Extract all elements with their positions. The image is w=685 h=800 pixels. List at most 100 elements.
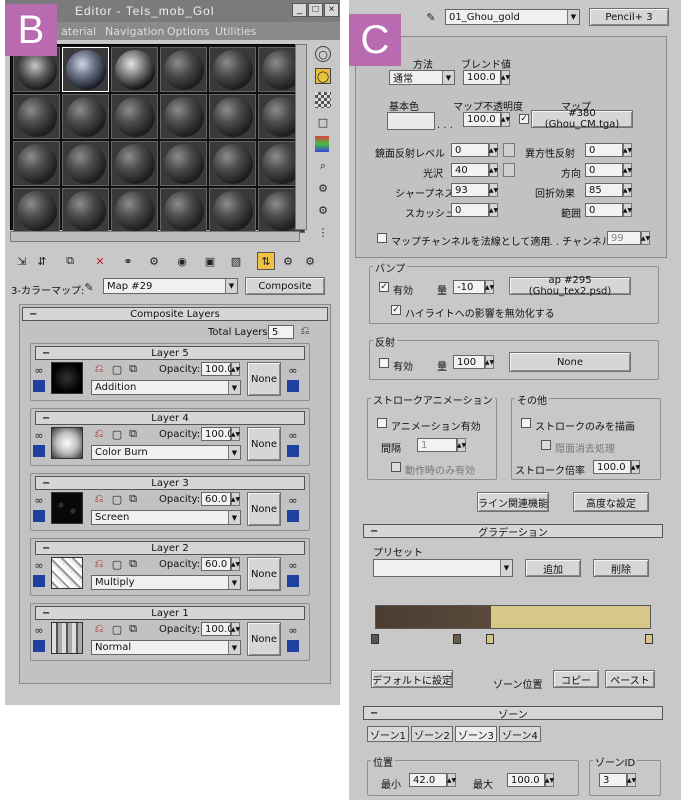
sample-slot[interactable]	[13, 141, 60, 186]
visibility-icon[interactable]: ∞	[33, 429, 45, 442]
copy-button[interactable]: コピー	[553, 670, 599, 688]
zone-id-field[interactable]: 3	[599, 773, 627, 787]
spec-level-spinner[interactable]: ▲▼	[489, 143, 498, 157]
preset-delete-button[interactable]: 削除	[593, 559, 649, 577]
sample-slot[interactable]	[62, 141, 109, 186]
reflection-amount-field[interactable]: 100	[453, 355, 485, 369]
layer-thumbnail[interactable]	[51, 492, 83, 524]
material-name-select[interactable]: 01_Ghou_gold ▼	[445, 9, 580, 25]
animation-enabled-checkbox[interactable]	[377, 418, 387, 428]
pick-material-icon[interactable]: ⚙	[301, 252, 319, 270]
material-navigator-icon[interactable]: ⋮	[315, 224, 331, 240]
spec-level-field[interactable]: 0	[451, 143, 489, 157]
interval-spinner[interactable]: ▲▼	[457, 438, 466, 452]
material-id-icon[interactable]: ◉	[173, 252, 191, 270]
rename-layer-icon[interactable]: ▢	[111, 428, 123, 441]
base-map-button[interactable]: #380 (Ghou_CM.tga)	[531, 108, 633, 130]
make-unique-icon[interactable]: ⚭	[119, 252, 137, 270]
visibility-icon[interactable]: ∞	[33, 624, 45, 637]
gradient-marker[interactable]	[453, 634, 461, 644]
put-to-library-icon[interactable]: ⚙	[145, 252, 163, 270]
layer-header[interactable]: − Layer 1	[35, 606, 305, 620]
gloss-field[interactable]: 40	[451, 163, 489, 177]
spec-map-button[interactable]	[503, 143, 515, 157]
blend-mode-select[interactable]: Normal ▼	[91, 640, 241, 655]
mask-color-correct-icon[interactable]	[287, 640, 299, 652]
color-correct-icon[interactable]	[33, 380, 45, 392]
paste-button[interactable]: ペースト	[605, 670, 655, 688]
menu-material[interactable]: aterial	[61, 25, 96, 38]
advanced-settings-button[interactable]: 高度な設定	[573, 492, 649, 512]
delete-layer-icon[interactable]: ⎌	[93, 557, 105, 570]
sample-slot[interactable]	[13, 94, 60, 139]
gloss-map-button[interactable]	[503, 163, 515, 177]
make-preview-icon[interactable]: ⌕	[315, 158, 331, 174]
blend-mode-select[interactable]: Addition ▼	[91, 380, 241, 395]
go-to-parent-icon[interactable]: ⇅	[257, 252, 275, 270]
hidden-remove-checkbox[interactable]	[541, 440, 551, 450]
background-icon[interactable]	[315, 92, 331, 108]
reflection-map-button[interactable]: None	[509, 352, 631, 372]
mask-none-button[interactable]: None	[247, 557, 281, 591]
gradient-marker[interactable]	[486, 634, 494, 644]
mask-color-correct-icon[interactable]	[287, 445, 299, 457]
bump-enabled-checkbox[interactable]: ✓	[379, 282, 389, 292]
sample-slot[interactable]	[62, 47, 109, 92]
minimize-button[interactable]: _	[292, 3, 307, 17]
layer-header[interactable]: − Layer 2	[35, 541, 305, 555]
duplicate-layer-icon[interactable]: ⧉	[127, 362, 139, 375]
mask-none-button[interactable]: None	[247, 362, 281, 396]
stroke-scale-field[interactable]: 100.0	[593, 460, 631, 474]
color-correct-icon[interactable]	[33, 445, 45, 457]
refraction-field[interactable]: 85	[585, 183, 623, 197]
delete-layer-icon[interactable]: ⎌	[93, 362, 105, 375]
layer-thumbnail[interactable]	[51, 557, 83, 589]
opacity-spinner[interactable]: ▲▼	[231, 557, 240, 571]
delete-layer-icon[interactable]: ⎌	[93, 427, 105, 440]
opacity-field[interactable]: 100.0	[201, 427, 234, 441]
preset-add-button[interactable]: 追加	[525, 559, 581, 577]
min-field[interactable]: 42.0	[409, 773, 447, 787]
tab-zone-2[interactable]: ゾーン2	[411, 726, 453, 742]
mask-visibility-icon[interactable]: ∞	[287, 559, 299, 572]
channel-field[interactable]: 99	[607, 231, 641, 245]
show-map-icon[interactable]: ▣	[201, 252, 219, 270]
sample-slot[interactable]	[13, 188, 60, 233]
opacity-field[interactable]: 60.0	[201, 492, 231, 506]
assign-material-icon[interactable]: ⧉	[61, 252, 79, 270]
menu-options[interactable]: Options	[167, 25, 209, 38]
gradation-header[interactable]: − グラデーション	[363, 524, 663, 539]
direction-field[interactable]: 0	[585, 163, 623, 177]
bump-amount-spinner[interactable]: ▲▼	[485, 280, 494, 294]
sample-slot[interactable]	[160, 188, 207, 233]
aniso-field[interactable]: 0	[585, 143, 623, 157]
opacity-field[interactable]: 100.0	[201, 362, 234, 376]
mask-color-correct-icon[interactable]	[287, 510, 299, 522]
mask-visibility-icon[interactable]: ∞	[287, 364, 299, 377]
range-spinner[interactable]: ▲▼	[623, 203, 632, 217]
visibility-icon[interactable]: ∞	[33, 559, 45, 572]
gradient-marker[interactable]	[371, 634, 379, 644]
reflection-enabled-checkbox[interactable]	[379, 358, 389, 368]
max-field[interactable]: 100.0	[507, 773, 545, 787]
show-end-result-icon[interactable]: ▧	[227, 252, 245, 270]
refraction-spinner[interactable]: ▲▼	[623, 183, 632, 197]
maximize-button[interactable]: □	[308, 3, 323, 17]
max-spinner[interactable]: ▲▼	[545, 773, 554, 787]
blend-value-spinner[interactable]: ▲▼	[501, 70, 510, 85]
layer-thumbnail[interactable]	[51, 622, 83, 654]
sample-type-icon[interactable]: ○	[315, 46, 331, 62]
map-opacity-spinner[interactable]: ▲▼	[501, 112, 510, 127]
squash-spinner[interactable]: ▲▼	[489, 203, 498, 217]
bump-highlight-checkbox[interactable]: ✓	[391, 305, 401, 315]
stroke-scale-spinner[interactable]: ▲▼	[631, 460, 640, 474]
zone-id-spinner[interactable]: ▲▼	[627, 773, 636, 787]
sample-slot[interactable]	[111, 188, 158, 233]
color-correct-icon[interactable]	[33, 575, 45, 587]
sample-slot[interactable]	[62, 94, 109, 139]
sample-slot[interactable]	[160, 141, 207, 186]
eyedropper-icon[interactable]: ✎	[423, 9, 439, 25]
sample-slot[interactable]	[62, 188, 109, 233]
horizontal-scrollbar[interactable]	[10, 231, 300, 242]
map-opacity-field[interactable]: 100.0	[463, 112, 501, 127]
